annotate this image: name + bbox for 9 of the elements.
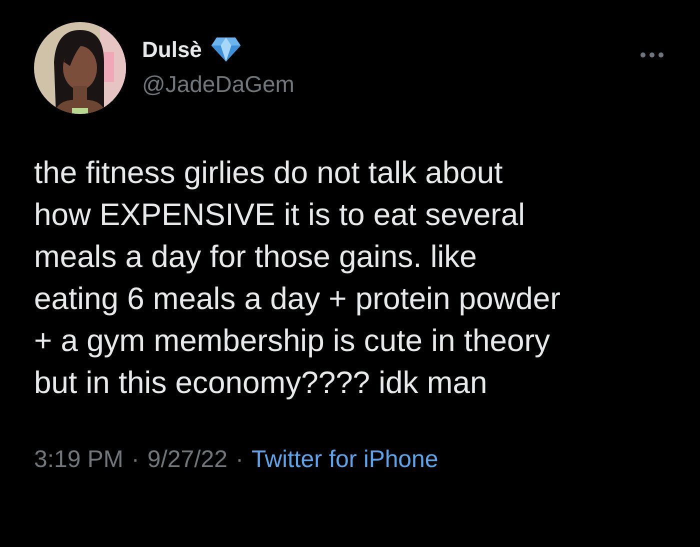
tweet-time: 3:19 PM [34,446,124,474]
author-name: Dulsè [142,36,202,62]
separator-dot: · [235,446,244,474]
author-handle[interactable]: @JadeDaGem [142,71,638,98]
diamond-icon [210,36,242,63]
tweet-date: 9/27/22 [147,446,228,474]
separator-dot: · [131,446,140,474]
tweet-text: the fitness girlies do not talk about how EXPENSIVE it is to eat several meals a day for those gains. like eating 6 meals a day + protein powder + a gym membership is cute in theory but in this economy???? idk man [34,154,562,402]
source-link[interactable]: Twitter for iPhone [251,446,438,474]
